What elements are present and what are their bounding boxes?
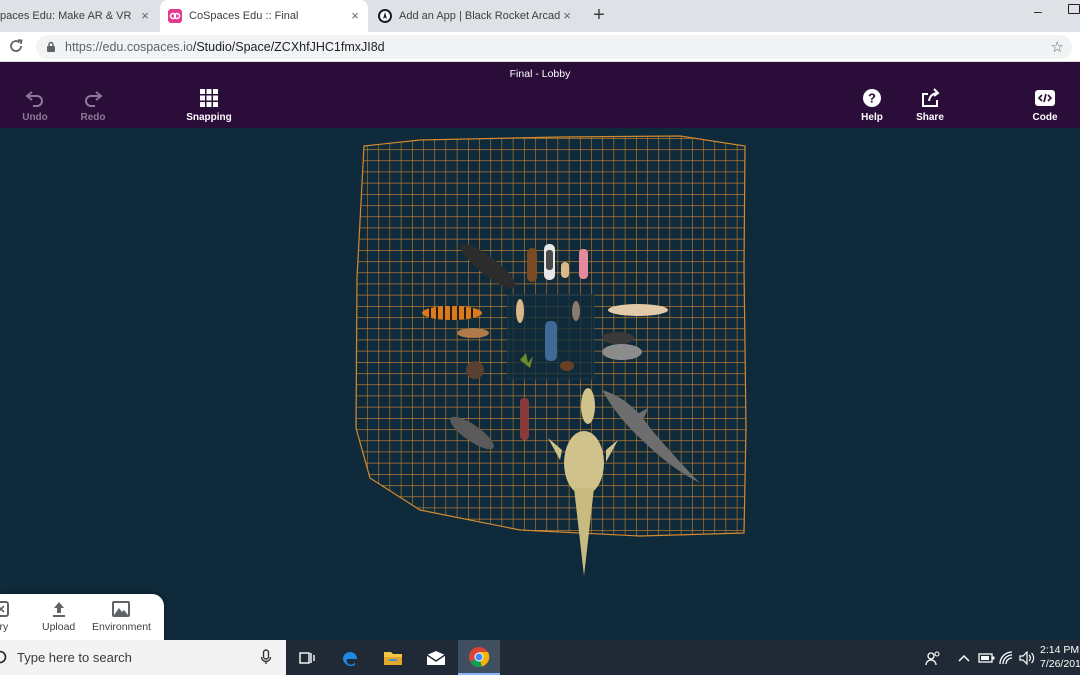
undo-icon <box>25 91 43 107</box>
tab-cospaces-home[interactable]: paces Edu: Make AR & VR in × <box>0 0 158 32</box>
tab-title: Add an App | Black Rocket Arcad <box>399 10 561 22</box>
minimize-button[interactable]: – <box>1034 3 1042 19</box>
battery-icon[interactable] <box>978 640 996 675</box>
bear-object[interactable] <box>527 248 537 282</box>
code-label: Code <box>1032 112 1058 123</box>
space-title: Final - Lobby <box>509 68 571 80</box>
environment-icon <box>112 601 131 617</box>
search-icon <box>0 650 7 664</box>
black-rocket-favicon-icon <box>378 9 392 23</box>
edge-icon <box>343 651 357 666</box>
bookmark-star-icon[interactable]: ☆ <box>1051 38 1064 56</box>
edge-taskbar-button[interactable] <box>329 640 371 675</box>
close-icon[interactable]: × <box>560 9 574 23</box>
help-label: Help <box>861 112 883 123</box>
undo-button[interactable]: Undo <box>5 88 65 123</box>
bottom-tool-drawer: ary Upload Environment <box>0 594 164 640</box>
task-view-icon <box>299 651 315 664</box>
code-icon <box>1035 90 1055 106</box>
snapping-label: Snapping <box>186 112 232 123</box>
browser-tab-strip: paces Edu: Make AR & VR in × CoSpaces Ed… <box>0 0 1080 32</box>
hedgehog-object[interactable] <box>466 361 484 379</box>
browser-toolbar: https://edu.cospaces.io/Studio/Space/ZCX… <box>0 32 1080 62</box>
mail-taskbar-button[interactable] <box>415 640 457 675</box>
volume-icon[interactable] <box>1019 640 1037 675</box>
close-icon[interactable]: × <box>348 9 362 23</box>
redo-icon <box>85 91 103 107</box>
reload-icon[interactable] <box>8 38 24 54</box>
meerkat-object[interactable] <box>561 262 569 278</box>
undo-label: Undo <box>22 112 48 123</box>
system-clock[interactable]: 2:14 PM 7/26/2019 <box>1040 643 1080 671</box>
close-icon[interactable]: × <box>138 9 152 23</box>
library-button[interactable]: ary <box>0 600 10 633</box>
tab-title: paces Edu: Make AR & VR in <box>0 10 134 22</box>
svg-text:?: ? <box>868 91 876 106</box>
url-host: https://edu.cospaces.io <box>65 40 193 54</box>
wifi-icon[interactable] <box>999 640 1015 675</box>
scene-canvas[interactable] <box>0 128 1080 640</box>
chevron-up-icon[interactable] <box>957 640 971 675</box>
url-path: /Studio/Space/ZCXhfJHC1fmxJI8d <box>192 40 385 54</box>
statue-object[interactable] <box>545 321 557 361</box>
search-placeholder: Type here to search <box>17 650 132 665</box>
chrome-icon <box>469 646 490 667</box>
people-icon[interactable] <box>925 640 941 675</box>
environment-label: Environment <box>92 621 151 633</box>
pig-object[interactable] <box>579 249 588 279</box>
share-icon <box>922 88 940 107</box>
upload-button[interactable]: Upload <box>42 600 75 633</box>
weasel-object[interactable] <box>457 328 489 338</box>
lizard-object[interactable] <box>520 398 529 440</box>
new-tab-button[interactable]: + <box>588 4 610 26</box>
redo-label: Redo <box>80 112 106 123</box>
windows-taskbar: Type here to search 2:14 PM 7/26/201 <box>0 640 1080 675</box>
url-text[interactable]: https://edu.cospaces.io/Studio/Space/ZCX… <box>65 40 385 54</box>
microphone-icon[interactable] <box>260 649 272 665</box>
taskbar-search-box[interactable]: Type here to search <box>0 640 286 675</box>
help-button[interactable]: ? Help <box>842 88 902 123</box>
library-label: ary <box>0 621 9 633</box>
environment-button[interactable]: Environment <box>92 600 151 633</box>
cospaces-favicon-icon <box>168 9 182 23</box>
scene-viewport[interactable] <box>0 128 1080 640</box>
redo-button[interactable]: Redo <box>63 88 123 123</box>
upload-label: Upload <box>42 621 76 633</box>
editor-top-bar: Final - Lobby Undo Redo Snapping ? Help <box>0 62 1080 128</box>
restore-icon[interactable] <box>1068 4 1080 14</box>
rhino-object[interactable] <box>602 344 642 360</box>
lock-icon <box>47 41 55 52</box>
chrome-taskbar-button[interactable] <box>458 640 500 675</box>
upload-icon <box>52 602 65 617</box>
grid-icon <box>200 89 218 107</box>
share-button[interactable]: Share <box>900 88 960 123</box>
mail-icon <box>426 650 446 665</box>
snapping-button[interactable]: Snapping <box>179 88 239 123</box>
badger-object[interactable] <box>602 332 634 344</box>
tab-cospaces-final[interactable]: CoSpaces Edu :: Final × <box>160 0 368 32</box>
dinosaur-object[interactable] <box>581 388 595 424</box>
file-explorer-icon <box>384 651 402 665</box>
help-icon: ? <box>863 89 881 107</box>
cat-object[interactable] <box>608 304 668 316</box>
small-creature-object[interactable] <box>516 299 524 323</box>
clock-date: 7/26/2019 <box>1040 658 1080 670</box>
share-label: Share <box>916 112 944 123</box>
file-explorer-taskbar-button[interactable] <box>372 640 414 675</box>
tab-black-rocket[interactable]: Add an App | Black Rocket Arcad × <box>372 0 580 32</box>
address-bar[interactable]: https://edu.cospaces.io/Studio/Space/ZCX… <box>36 35 1072 59</box>
code-button[interactable]: Code <box>1015 88 1075 123</box>
clock-time: 2:14 PM <box>1040 644 1080 656</box>
tab-title: CoSpaces Edu :: Final <box>189 10 299 22</box>
task-view-button[interactable] <box>286 640 328 675</box>
library-icon <box>0 601 9 617</box>
